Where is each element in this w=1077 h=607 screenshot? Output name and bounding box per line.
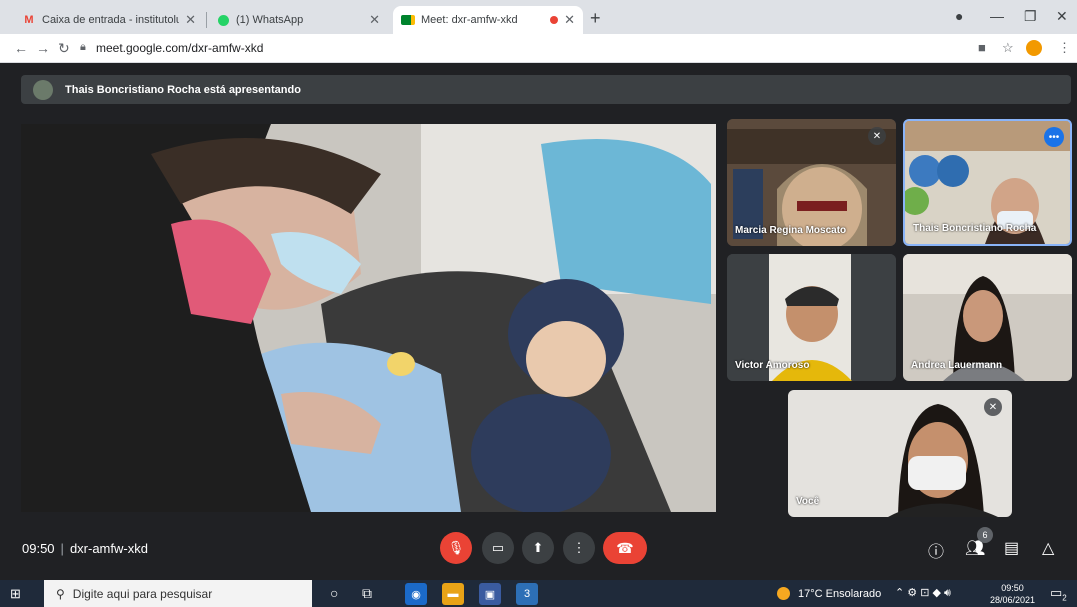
search-icon: ⚲: [56, 586, 65, 601]
system-tray-icons[interactable]: ⌃ ⚙ ⊡ ◆ 🔊︎: [895, 586, 951, 600]
meeting-controls: 09:50 | dxr-amfw-xkd 🎙︎ ▭ ⬆ ⋮ ☎︎ ⓘ 👥︎ 6 ▤ …: [0, 520, 1077, 576]
tab-gmail[interactable]: M Caixa de entrada - institutolucas ✕: [14, 6, 204, 34]
chrome-app-icon[interactable]: ◉: [405, 583, 427, 605]
new-tab-button[interactable]: +: [590, 8, 601, 29]
mic-off-icon: ✕: [868, 127, 886, 145]
participant-tile-marcia[interactable]: ✕ Marcia Regina Moscato: [727, 119, 896, 246]
meeting-code: dxr-amfw-xkd: [69, 541, 148, 556]
reload-icon[interactable]: ↻: [58, 40, 70, 57]
close-icon[interactable]: ✕: [564, 12, 575, 28]
restore-icon[interactable]: ❐: [1024, 8, 1037, 25]
meeting-time: 09:50: [22, 541, 55, 556]
participant-name: Andrea Lauermann: [911, 360, 1003, 371]
participant-name: Você: [796, 496, 820, 507]
back-icon[interactable]: ←: [14, 40, 28, 56]
more-vert-icon: ⋮: [572, 540, 586, 555]
tab-meet[interactable]: Meet: dxr-amfw-xkd ✕: [393, 6, 583, 34]
activities-icon[interactable]: △: [1042, 538, 1054, 558]
presenter-avatar: [33, 79, 53, 100]
bookmark-star-icon[interactable]: ☆: [1002, 40, 1014, 56]
search-placeholder: Digite aqui para pesquisar: [72, 586, 213, 601]
present-button[interactable]: ⬆: [522, 532, 554, 564]
notif-count: 2: [1062, 593, 1067, 603]
sun-icon: [777, 587, 790, 600]
participant-tile-thais[interactable]: ••• Thais Boncristiano Rocha: [903, 119, 1072, 246]
clock-date: 28/06/2021: [990, 595, 1036, 605]
windows-start-icon[interactable]: ⊞: [10, 586, 21, 602]
participant-video: [788, 390, 1012, 517]
end-call-button[interactable]: ☎︎: [603, 532, 647, 564]
close-icon[interactable]: ✕: [369, 12, 380, 28]
camera-toggle-button[interactable]: ▭: [482, 532, 514, 564]
store-icon[interactable]: ▣: [479, 583, 501, 605]
camera-icon: ▭: [491, 540, 505, 555]
participant-tile-andrea[interactable]: Andrea Lauermann: [903, 254, 1072, 381]
tab-gmail-title: Caixa de entrada - institutolucas: [42, 14, 180, 26]
meeting-details-icon[interactable]: ⓘ: [928, 538, 944, 562]
meeting-info: 09:50 | dxr-amfw-xkd: [22, 541, 148, 556]
hangup-icon: ☎︎: [616, 539, 634, 556]
presenting-banner: Thais Boncristiano Rocha está apresentan…: [21, 75, 1071, 104]
participant-name: Thais Boncristiano Rocha: [913, 223, 1037, 234]
task-view-icon[interactable]: ⧉: [362, 585, 372, 602]
mail-badge: 3: [523, 588, 531, 600]
browser-menu-icon[interactable]: ⋮: [1058, 40, 1071, 56]
tab-whatsapp[interactable]: (1) WhatsApp ✕: [208, 6, 388, 34]
tab-meet-title: Meet: dxr-amfw-xkd: [421, 14, 518, 26]
meet-icon: [401, 13, 415, 27]
participant-name: Marcia Regina Moscato: [735, 225, 847, 236]
chat-icon[interactable]: ▤: [1004, 538, 1019, 558]
profile-dot-icon[interactable]: ●: [955, 8, 963, 24]
clock-time: 09:50: [1001, 583, 1024, 593]
mic-off-icon: 🎙︎: [447, 540, 465, 555]
more-options-button[interactable]: ⋮: [563, 532, 595, 564]
file-explorer-icon[interactable]: ▬: [442, 583, 464, 605]
whatsapp-icon: [216, 13, 230, 27]
presentation-video: [21, 124, 716, 512]
mic-toggle-button[interactable]: 🎙︎: [440, 532, 472, 564]
people-count-badge: 6: [977, 527, 993, 543]
cortana-icon[interactable]: ○: [330, 585, 338, 601]
camera-icon[interactable]: ■: [978, 40, 986, 55]
window-close-icon[interactable]: ✕: [1056, 8, 1068, 25]
mail-app-icon[interactable]: 3: [516, 583, 538, 605]
mic-off-icon: ✕: [984, 398, 1002, 416]
more-options-icon[interactable]: •••: [1044, 127, 1064, 147]
participant-tile-victor[interactable]: Victor Amoroso: [727, 254, 896, 381]
minimize-icon[interactable]: —: [990, 8, 1004, 24]
address-bar: ← → ↻ 🔒︎ meet.google.com/dxr-amfw-xkd ■ …: [0, 34, 1077, 63]
forward-icon[interactable]: →: [36, 40, 50, 56]
url-field[interactable]: meet.google.com/dxr-amfw-xkd: [96, 41, 263, 55]
taskbar-clock[interactable]: 09:50 28/06/2021: [990, 582, 1035, 606]
tab-separator: [206, 12, 207, 28]
gmail-icon: M: [24, 14, 34, 26]
browser-tab-bar: M Caixa de entrada - institutolucas ✕ (1…: [0, 0, 1077, 34]
recording-dot-icon: [550, 16, 559, 24]
participant-tile-self[interactable]: ✕ Você: [788, 390, 1012, 517]
notification-icon[interactable]: ▭2: [1050, 585, 1067, 603]
tab-whatsapp-title: (1) WhatsApp: [236, 14, 304, 26]
windows-taskbar: ⊞ ⚲ Digite aqui para pesquisar ○ ⧉ ◉ ▬ ▣…: [0, 580, 1077, 607]
profile-avatar[interactable]: [1026, 40, 1042, 56]
presenting-text: Thais Boncristiano Rocha está apresentan…: [65, 83, 301, 96]
present-screen-icon: ⬆: [532, 540, 544, 555]
weather-widget[interactable]: 17°C Ensolarado: [777, 587, 881, 600]
participant-name: Victor Amoroso: [735, 360, 810, 371]
weather-text: 17°C Ensolarado: [798, 587, 882, 600]
presentation-stage: [21, 124, 716, 512]
close-icon[interactable]: ✕: [185, 12, 196, 28]
lock-icon[interactable]: 🔒︎: [80, 41, 86, 54]
taskbar-search[interactable]: ⚲ Digite aqui para pesquisar: [44, 580, 312, 607]
